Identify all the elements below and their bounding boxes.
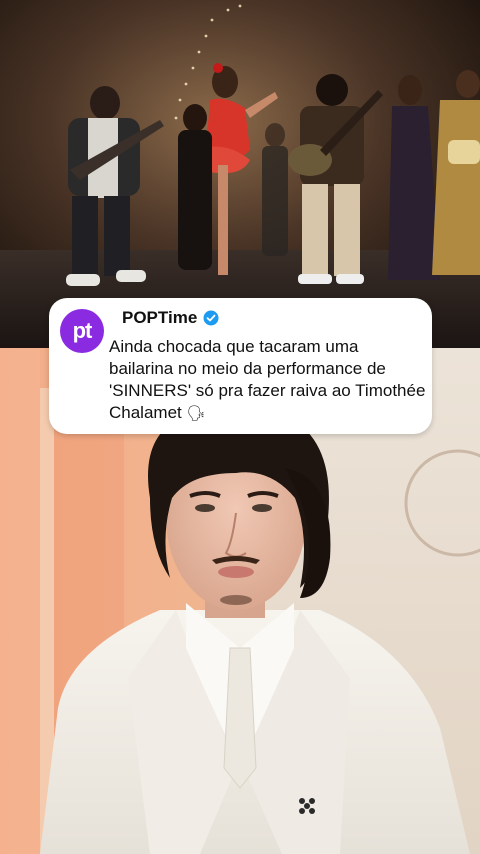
post-body: Ainda chocada que tacaram uma bailarina … (109, 337, 426, 422)
avatar-logo-text: pt (72, 318, 93, 343)
avatar[interactable]: pt (60, 309, 104, 353)
author-name[interactable]: POPTime (122, 308, 197, 328)
post-header: POPTime (122, 308, 219, 328)
speaking-head-emoji: 🗣 (186, 404, 206, 422)
verified-badge-icon (203, 310, 219, 326)
post-card: pt POPTime Ainda chocada que tacaram uma… (49, 298, 432, 434)
meme-post: pt POPTime Ainda chocada que tacaram uma… (0, 0, 480, 854)
post-text: Ainda chocada que tacaram uma bailarina … (109, 336, 427, 424)
